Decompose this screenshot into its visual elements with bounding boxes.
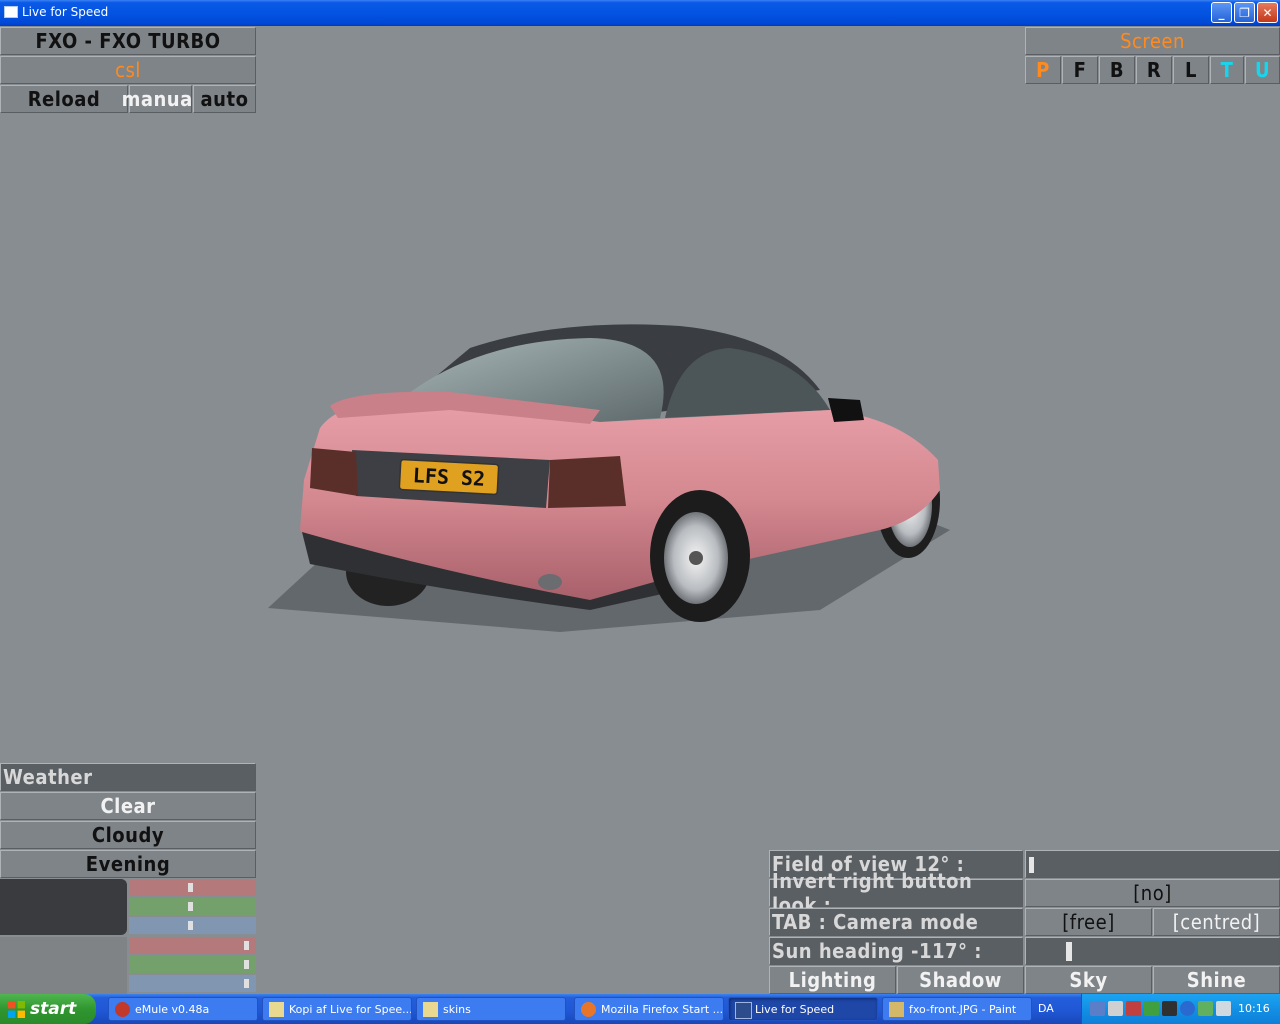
task-kopi-lfs[interactable]: Kopi af Live for Spee... xyxy=(262,997,412,1021)
program-icon[interactable] xyxy=(1198,1001,1213,1016)
slider-green-top[interactable] xyxy=(129,898,256,915)
license-plate-text: LFS S2 xyxy=(412,463,485,491)
car-name-button[interactable]: FXO - FXO TURBO xyxy=(0,27,256,55)
view-button-r[interactable]: R xyxy=(1136,56,1172,84)
view-button-u[interactable]: U xyxy=(1245,56,1280,84)
screen-title: Screen xyxy=(1025,27,1280,55)
sun-heading-slider-knob[interactable] xyxy=(1066,942,1072,961)
slider-knob[interactable] xyxy=(244,979,249,988)
task-paint[interactable]: fxo-front.JPG - Paint xyxy=(882,997,1032,1021)
folder-icon xyxy=(269,1002,284,1017)
task-emule[interactable]: eMule v0.48a xyxy=(108,997,258,1021)
start-label: start xyxy=(30,999,77,1019)
task-label: Live for Speed xyxy=(755,1002,835,1016)
task-firefox[interactable]: Mozilla Firefox Start ... xyxy=(574,997,724,1021)
firefox-icon xyxy=(581,1002,596,1017)
network-icon[interactable] xyxy=(1090,1001,1105,1016)
folder-icon xyxy=(423,1002,438,1017)
slider-red-bottom[interactable] xyxy=(129,937,256,954)
window-title: Live for Speed xyxy=(22,5,109,19)
fov-slider[interactable] xyxy=(1025,850,1280,878)
task-live-for-speed[interactable]: Live for Speed xyxy=(728,997,878,1021)
clock: 10:16 xyxy=(1238,1002,1270,1015)
weather-cloudy-button[interactable]: Cloudy xyxy=(0,821,256,849)
messenger-icon[interactable] xyxy=(1144,1001,1159,1016)
window-icon xyxy=(4,6,18,18)
display-icon[interactable] xyxy=(1108,1001,1123,1016)
taskbar: start eMule v0.48a Kopi af Live for Spee… xyxy=(0,994,1280,1024)
language-indicator[interactable]: DA xyxy=(1038,1002,1054,1015)
skin-name-button[interactable]: csl xyxy=(0,56,256,84)
weather-evening-button[interactable]: Evening xyxy=(0,850,256,878)
view-button-b[interactable]: B xyxy=(1099,56,1135,84)
slider-green-bottom[interactable] xyxy=(129,956,256,973)
slider-knob[interactable] xyxy=(244,941,249,950)
view-button-f[interactable]: F xyxy=(1062,56,1098,84)
colour-swatch-top xyxy=(0,879,127,935)
camera-mode-centred-button[interactable]: [centred] xyxy=(1153,908,1280,936)
view-button-t[interactable]: T xyxy=(1210,56,1244,84)
colour-swatch-bottom xyxy=(0,937,127,994)
camera-mode-free-button[interactable]: [free] xyxy=(1025,908,1152,936)
maximize-button[interactable]: ❐ xyxy=(1234,2,1255,23)
camera-mode-label: TAB : Camera mode xyxy=(769,908,1023,936)
sun-heading-slider[interactable] xyxy=(1025,937,1280,965)
tab-shadow[interactable]: Shadow xyxy=(897,966,1024,994)
car-model-view[interactable]: LFS S2 xyxy=(260,310,960,650)
paint-icon xyxy=(889,1002,904,1017)
tab-shine[interactable]: Shine xyxy=(1153,966,1280,994)
task-label: Kopi af Live for Spee... xyxy=(289,1002,412,1016)
car-wheel-hub xyxy=(689,551,703,565)
winamp-icon[interactable] xyxy=(1162,1001,1177,1016)
car-exhaust xyxy=(538,574,562,590)
slider-knob[interactable] xyxy=(244,960,249,969)
view-button-l[interactable]: L xyxy=(1173,56,1209,84)
fov-slider-knob[interactable] xyxy=(1029,857,1034,873)
view-button-p[interactable]: P xyxy=(1025,56,1061,84)
slider-blue-top[interactable] xyxy=(129,917,256,934)
tab-lighting[interactable]: Lighting xyxy=(769,966,896,994)
invert-look-button[interactable]: [no] xyxy=(1025,879,1280,907)
update-icon[interactable] xyxy=(1180,1001,1195,1016)
car-mirror xyxy=(828,398,864,422)
slider-red-top[interactable] xyxy=(129,879,256,896)
emule-icon xyxy=(115,1002,130,1017)
slider-blue-bottom[interactable] xyxy=(129,975,256,992)
antivirus-icon[interactable] xyxy=(1126,1001,1141,1016)
weather-title: Weather xyxy=(0,763,256,791)
window-title-bar[interactable]: Live for Speed _ ❐ ✕ xyxy=(0,0,1280,26)
manual-button[interactable]: manual xyxy=(122,85,199,113)
task-label: fxo-front.JPG - Paint xyxy=(909,1002,1017,1016)
volume-icon[interactable] xyxy=(1216,1001,1231,1016)
task-label: eMule v0.48a xyxy=(135,1002,210,1016)
car-taillight xyxy=(548,456,626,508)
slider-knob[interactable] xyxy=(188,883,193,892)
tab-sky[interactable]: Sky xyxy=(1025,966,1152,994)
task-skins[interactable]: skins xyxy=(416,997,566,1021)
slider-knob[interactable] xyxy=(188,902,193,911)
lfs-icon xyxy=(735,1002,752,1019)
start-button[interactable]: start xyxy=(0,994,96,1024)
close-button[interactable]: ✕ xyxy=(1257,2,1278,23)
reload-button[interactable]: Reload xyxy=(0,85,128,113)
sun-heading-label: Sun heading -117° : xyxy=(769,937,1023,965)
windows-flag-icon xyxy=(8,1001,25,1018)
slider-knob[interactable] xyxy=(188,921,193,930)
invert-look-label: Invert right button look : xyxy=(769,869,1023,917)
weather-clear-button[interactable]: Clear xyxy=(0,792,256,820)
task-label: skins xyxy=(443,1002,471,1016)
task-label: Mozilla Firefox Start ... xyxy=(601,1002,724,1016)
auto-button[interactable]: auto xyxy=(193,85,256,113)
car-taillight xyxy=(310,448,358,496)
minimize-button[interactable]: _ xyxy=(1211,2,1232,23)
